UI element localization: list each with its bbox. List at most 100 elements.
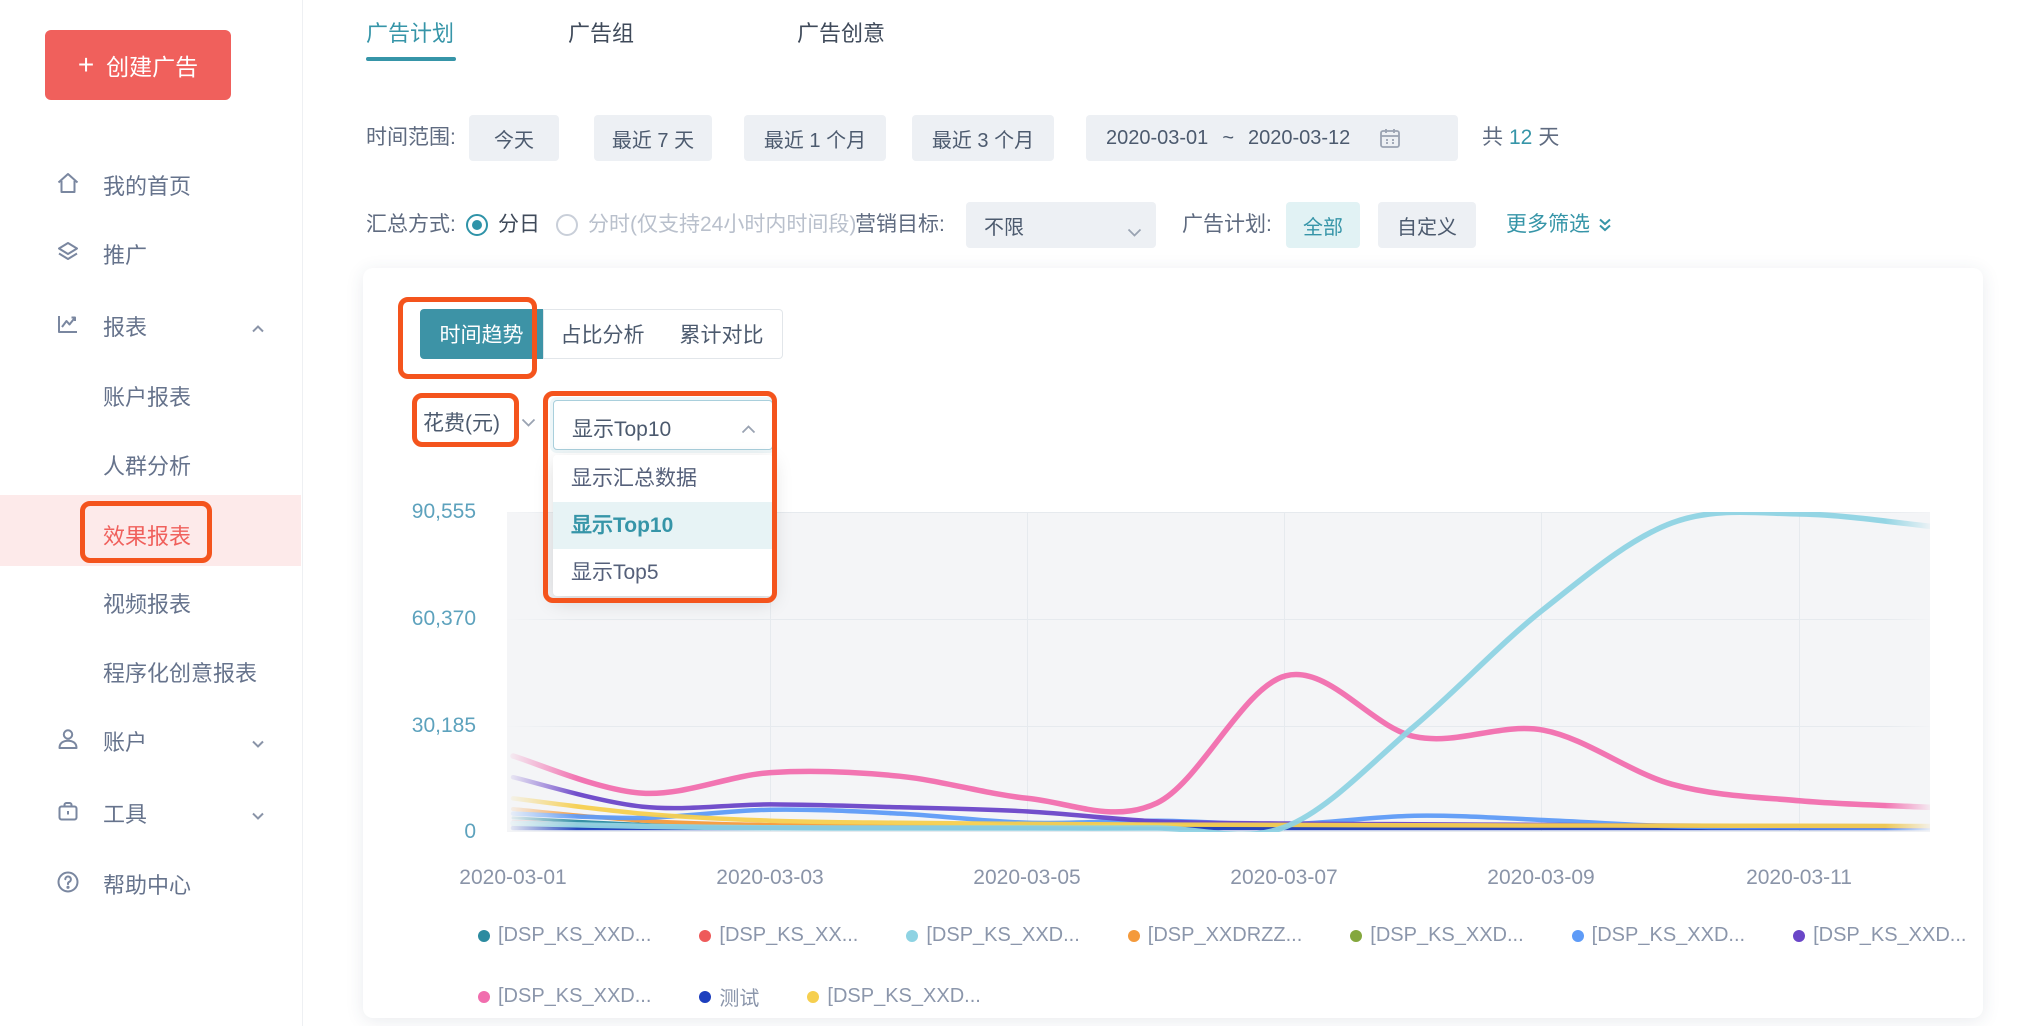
- legend-item[interactable]: [DSP_KS_XXD...: [1793, 924, 1966, 947]
- legend-dot-icon: [1128, 930, 1140, 942]
- layers-icon: [55, 239, 81, 265]
- calendar-icon: [1378, 126, 1402, 150]
- topn-dropdown-menu: 显示汇总数据显示Top10显示Top5: [553, 455, 773, 596]
- sidebar-item-tools[interactable]: 工具: [0, 787, 301, 835]
- legend-dot-icon: [807, 991, 819, 1003]
- marketing-goal-select[interactable]: 不限: [966, 202, 1156, 248]
- legend-dot-icon: [699, 930, 711, 942]
- legend-item[interactable]: [DSP_KS_XXD...: [906, 924, 1079, 947]
- date-separator: ~: [1222, 127, 1234, 150]
- tab-ad-group[interactable]: 广告组: [568, 16, 634, 48]
- create-ad-label: 创建广告: [106, 48, 198, 82]
- legend-item[interactable]: [DSP_KS_XXD...: [807, 985, 980, 1008]
- sidebar-item-effect-report[interactable]: 效果报表: [0, 509, 301, 557]
- chevron-up-icon: [250, 317, 266, 333]
- sidebar-item-programmatic-creative-report[interactable]: 程序化创意报表: [0, 646, 301, 694]
- topn-select-value: 显示Top10: [572, 413, 671, 443]
- sidebar: + 创建广告 我的首页 推广 报表 账户报表 人群分析 效果报表 视频报表 程序…: [0, 0, 303, 1026]
- topn-select[interactable]: 显示Top10: [553, 400, 773, 450]
- legend-dot-icon: [1572, 930, 1584, 942]
- marketing-goal-value: 不限: [984, 211, 1024, 240]
- legend-item[interactable]: [DSP_KS_XXD...: [478, 924, 651, 947]
- sidebar-item-account-report[interactable]: 账户报表: [0, 370, 301, 418]
- ad-plan-all-chip[interactable]: 全部: [1286, 202, 1360, 248]
- metric-select[interactable]: 花费(元): [423, 407, 500, 437]
- legend-item[interactable]: [DSP_KS_XXD...: [1572, 924, 1745, 947]
- legend-dot-icon: [1350, 930, 1362, 942]
- sidebar-item-audience-analysis[interactable]: 人群分析: [0, 439, 301, 487]
- radio-by-hour-label[interactable]: 分时(仅支持24小时内时间段): [588, 202, 856, 248]
- y-tick-label: 60,370: [363, 607, 476, 631]
- radio-by-day-label[interactable]: 分日: [498, 202, 540, 248]
- sidebar-item-promotion[interactable]: 推广: [0, 228, 301, 276]
- view-tab-proportion[interactable]: 占比分析: [543, 309, 662, 359]
- x-tick-label: 2020-03-11: [1709, 866, 1889, 890]
- help-icon: [55, 869, 81, 895]
- legend-item[interactable]: [DSP_KS_XXD...: [1350, 924, 1523, 947]
- radio-by-day[interactable]: [466, 214, 488, 236]
- more-filters-button[interactable]: 更多筛选: [1506, 202, 1614, 248]
- marketing-goal-label: 营销目标:: [855, 202, 945, 248]
- date-start: 2020-03-01: [1106, 127, 1208, 150]
- x-tick-label: 2020-03-05: [937, 866, 1117, 890]
- sidebar-item-home[interactable]: 我的首页: [0, 159, 301, 207]
- right-fade: [1885, 512, 1930, 832]
- summary-mode-label: 汇总方式:: [366, 202, 456, 248]
- legend-item[interactable]: [DSP_KS_XXD...: [478, 985, 651, 1008]
- chip-last-1-month[interactable]: 最近 1 个月: [744, 115, 886, 161]
- legend-row-2: [DSP_KS_XXD... 测试 [DSP_KS_XXD...: [478, 982, 981, 1011]
- home-icon: [55, 170, 81, 196]
- time-range-label: 时间范围:: [366, 115, 456, 161]
- sidebar-item-reports[interactable]: 报表: [0, 300, 301, 348]
- x-tick-label: 2020-03-01: [423, 866, 603, 890]
- series-line-7: [513, 674, 1930, 811]
- sidebar-item-account[interactable]: 账户: [0, 715, 301, 763]
- report-icon: [55, 311, 81, 337]
- date-end: 2020-03-12: [1248, 127, 1350, 150]
- legend-item[interactable]: 测试: [699, 982, 759, 1011]
- chevron-down-icon: [1127, 221, 1142, 244]
- radio-by-hour[interactable]: [556, 214, 578, 236]
- create-ad-button[interactable]: + 创建广告: [45, 30, 231, 100]
- y-tick-label: 90,555: [363, 500, 476, 524]
- legend-dot-icon: [478, 930, 490, 942]
- legend-item[interactable]: [DSP_XXDRZZ...: [1128, 924, 1302, 947]
- tab-ad-creative[interactable]: 广告创意: [797, 16, 885, 48]
- chevron-down-icon[interactable]: [521, 415, 536, 433]
- chevron-down-icon: [250, 804, 266, 820]
- sidebar-item-help-center[interactable]: 帮助中心: [0, 858, 301, 906]
- y-tick-label: 0: [363, 820, 476, 844]
- chip-today[interactable]: 今天: [469, 115, 559, 161]
- menu-option-top10[interactable]: 显示Top10: [553, 502, 773, 549]
- tab-ad-plan[interactable]: 广告计划: [366, 16, 454, 48]
- double-chevron-down-icon: [1596, 216, 1614, 234]
- view-tab-time-trend[interactable]: 时间趋势: [420, 309, 543, 359]
- effect-report-page: + 创建广告 我的首页 推广 报表 账户报表 人群分析 效果报表 视频报表 程序…: [0, 0, 2020, 1026]
- x-tick-label: 2020-03-07: [1194, 866, 1374, 890]
- ad-plan-custom-chip[interactable]: 自定义: [1378, 202, 1476, 248]
- sidebar-item-video-report[interactable]: 视频报表: [0, 577, 301, 625]
- y-tick-label: 30,185: [363, 714, 476, 738]
- chart-card: 时间趋势 占比分析 累计对比 花费(元) 显示Top10 显示汇总数据显示Top…: [363, 268, 1983, 1018]
- chevron-up-icon: [741, 421, 756, 439]
- menu-option-top5[interactable]: 显示Top5: [553, 549, 773, 596]
- view-tab-cumulative[interactable]: 累计对比: [661, 309, 783, 359]
- plus-icon: +: [78, 51, 94, 79]
- date-range-picker[interactable]: 2020-03-01 ~ 2020-03-12: [1086, 115, 1458, 161]
- toolbox-icon: [55, 798, 81, 824]
- chip-last-7-days[interactable]: 最近 7 天: [594, 115, 712, 161]
- total-days-value: 12: [1509, 126, 1532, 149]
- chip-last-3-months[interactable]: 最近 3 个月: [912, 115, 1054, 161]
- x-tick-label: 2020-03-09: [1451, 866, 1631, 890]
- legend-dot-icon: [478, 991, 490, 1003]
- x-tick-label: 2020-03-03: [680, 866, 860, 890]
- legend-item[interactable]: [DSP_KS_XX...: [699, 924, 858, 947]
- total-days: 共12天: [1482, 115, 1559, 161]
- active-tab-underline: [366, 57, 456, 61]
- chevron-down-icon: [250, 732, 266, 748]
- legend-dot-icon: [1793, 930, 1805, 942]
- legend-dot-icon: [699, 991, 711, 1003]
- menu-option-opt[interactable]: 显示汇总数据: [553, 455, 773, 502]
- user-icon: [55, 726, 81, 752]
- legend-row-1: [DSP_KS_XXD... [DSP_KS_XX... [DSP_KS_XXD…: [478, 924, 1966, 947]
